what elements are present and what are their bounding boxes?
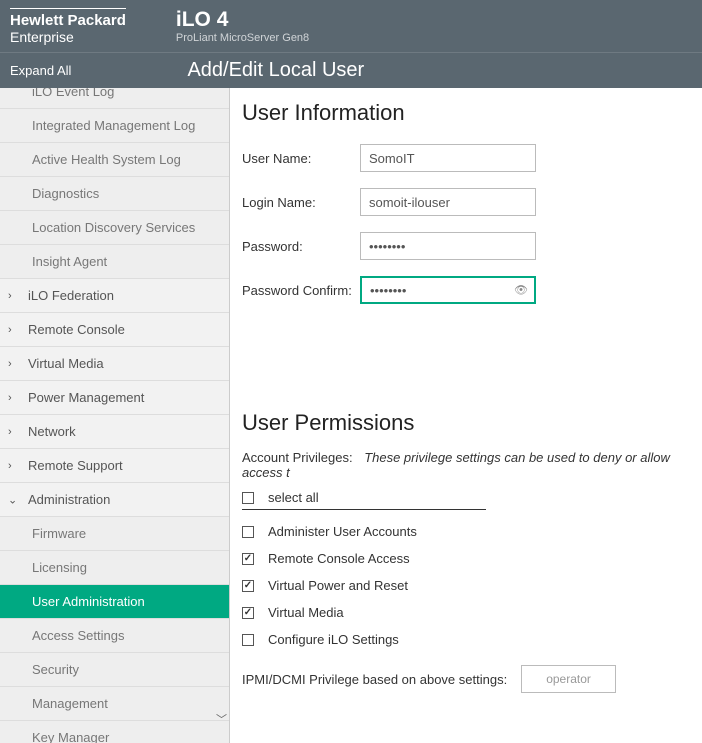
- nav-item-label: Location Discovery Services: [32, 220, 195, 235]
- nav-item-active-health-system-log[interactable]: Active Health System Log: [0, 143, 229, 177]
- nav-item-remote-console[interactable]: › Remote Console: [0, 313, 229, 347]
- select-all-row[interactable]: select all: [242, 490, 486, 510]
- nav-item-ilo-federation[interactable]: › iLO Federation: [0, 279, 229, 313]
- nav-item-label: Insight Agent: [32, 254, 107, 269]
- user-name-input[interactable]: [360, 144, 536, 172]
- chevron-icon: ›: [8, 290, 12, 302]
- nav-item-firmware[interactable]: Firmware: [0, 517, 229, 551]
- privilege-label: Configure iLO Settings: [268, 632, 399, 647]
- nav-item-label: Remote Support: [28, 458, 123, 473]
- ipmi-value: operator: [521, 665, 616, 693]
- nav-item-label: Virtual Media: [28, 356, 104, 371]
- product-title: iLO 4: [176, 8, 309, 32]
- sidebar: ︿ iLO Event LogIntegrated Management Log…: [0, 88, 230, 743]
- scroll-down-icon[interactable]: ﹀: [216, 711, 227, 727]
- privilege-checkbox[interactable]: [242, 607, 254, 619]
- chevron-icon: ⌄: [8, 493, 17, 506]
- page-title: Add/Edit Local User: [187, 59, 364, 82]
- privilege-label: Administer User Accounts: [268, 524, 417, 539]
- expand-all-link[interactable]: Expand All: [0, 63, 81, 78]
- user-name-label: User Name:: [242, 151, 360, 166]
- nav-item-label: Active Health System Log: [32, 152, 181, 167]
- product-block: iLO 4 ProLiant MicroServer Gen8: [176, 8, 309, 44]
- ipmi-label: IPMI/DCMI Privilege based on above setti…: [242, 672, 507, 687]
- nav-item-network[interactable]: › Network: [0, 415, 229, 449]
- privilege-checkbox[interactable]: [242, 634, 254, 646]
- nav-item-virtual-media[interactable]: › Virtual Media: [0, 347, 229, 381]
- nav-item-location-discovery-services[interactable]: Location Discovery Services: [0, 211, 229, 245]
- main-content: User Information User Name: Login Name: …: [230, 88, 702, 743]
- chevron-icon: ›: [8, 324, 12, 336]
- nav-item-label: Administration: [28, 492, 110, 507]
- header-sub: Expand All Add/Edit Local User: [0, 52, 702, 88]
- nav-item-access-settings[interactable]: Access Settings: [0, 619, 229, 653]
- privilege-row: Administer User Accounts: [242, 524, 702, 539]
- product-subtitle: ProLiant MicroServer Gen8: [176, 32, 309, 44]
- chevron-icon: ›: [8, 460, 12, 472]
- nav-item-licensing[interactable]: Licensing: [0, 551, 229, 585]
- nav-item-label: Access Settings: [32, 628, 125, 643]
- login-name-label: Login Name:: [242, 195, 360, 210]
- privilege-label: Virtual Media: [268, 605, 344, 620]
- privilege-checkbox[interactable]: [242, 580, 254, 592]
- nav-item-label: iLO Event Log: [32, 88, 114, 99]
- header-top: Hewlett Packard Enterprise iLO 4 ProLian…: [0, 0, 702, 52]
- nav-item-remote-support[interactable]: › Remote Support: [0, 449, 229, 483]
- password-confirm-label: Password Confirm:: [242, 283, 360, 298]
- nav-item-integrated-management-log[interactable]: Integrated Management Log: [0, 109, 229, 143]
- privilege-row: Virtual Power and Reset: [242, 578, 702, 593]
- nav-item-label: Network: [28, 424, 76, 439]
- user-info-title: User Information: [242, 100, 702, 126]
- nav-item-insight-agent[interactable]: Insight Agent: [0, 245, 229, 279]
- nav-item-power-management[interactable]: › Power Management: [0, 381, 229, 415]
- nav-item-label: Diagnostics: [32, 186, 99, 201]
- nav-item-user-administration[interactable]: User Administration: [0, 585, 229, 619]
- nav-item-label: Licensing: [32, 560, 87, 575]
- privilege-checkbox[interactable]: [242, 553, 254, 565]
- nav-item-key-manager[interactable]: Key Manager: [0, 721, 229, 743]
- nav-item-label: Key Manager: [32, 730, 109, 743]
- privilege-checkbox[interactable]: [242, 526, 254, 538]
- nav-item-security[interactable]: Security: [0, 653, 229, 687]
- nav-item-label: iLO Federation: [28, 288, 114, 303]
- account-privileges-row: Account Privileges: These privilege sett…: [242, 450, 702, 480]
- login-name-input[interactable]: [360, 188, 536, 216]
- nav-item-administration[interactable]: ⌄ Administration: [0, 483, 229, 517]
- privilege-row: Remote Console Access: [242, 551, 702, 566]
- nav-item-diagnostics[interactable]: Diagnostics: [0, 177, 229, 211]
- chevron-icon: ›: [8, 426, 12, 438]
- privilege-row: Virtual Media: [242, 605, 702, 620]
- nav-item-label: User Administration: [32, 594, 145, 609]
- reveal-password-icon[interactable]: 👁: [514, 284, 528, 297]
- password-label: Password:: [242, 239, 360, 254]
- nav-item-label: Management: [32, 696, 108, 711]
- password-input[interactable]: [360, 232, 536, 260]
- chevron-icon: ›: [8, 392, 12, 404]
- privilege-label: Virtual Power and Reset: [268, 578, 408, 593]
- privilege-row: Configure iLO Settings: [242, 632, 702, 647]
- chevron-icon: ›: [8, 358, 12, 370]
- password-confirm-input[interactable]: [360, 276, 536, 304]
- nav-item-label: Integrated Management Log: [32, 118, 195, 133]
- nav-item-label: Power Management: [28, 390, 144, 405]
- select-all-checkbox[interactable]: [242, 492, 254, 504]
- privilege-label: Remote Console Access: [268, 551, 410, 566]
- nav-item-management[interactable]: Management: [0, 687, 229, 721]
- nav-item-label: Firmware: [32, 526, 86, 541]
- hpe-logo: Hewlett Packard Enterprise: [10, 8, 126, 45]
- nav-item-ilo-event-log[interactable]: iLO Event Log: [0, 88, 229, 109]
- permissions-title: User Permissions: [242, 410, 702, 436]
- nav-item-label: Remote Console: [28, 322, 125, 337]
- nav-item-label: Security: [32, 662, 79, 677]
